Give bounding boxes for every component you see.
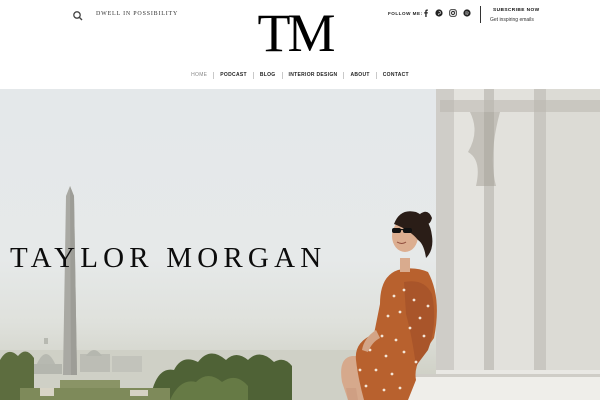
nav-item-home[interactable]: HOME <box>185 71 213 79</box>
site-tagline: DWELL IN POSSIBILITY <box>96 11 179 17</box>
hero-title: TAYLOR MORGAN <box>10 242 327 274</box>
subscribe-subtitle: Get inspiring emails <box>490 17 534 23</box>
site-logo[interactable]: TM <box>250 5 340 61</box>
nav-item-podcast[interactable]: PODCAST <box>214 71 253 79</box>
nav-item-contact[interactable]: CONTACT <box>377 71 415 79</box>
subscribe-button[interactable]: SUBSCRIBE NOW <box>493 8 540 13</box>
search-icon[interactable] <box>72 9 84 21</box>
nav-item-about[interactable]: ABOUT <box>344 71 375 79</box>
nav-item-interior-design[interactable]: INTERIOR DESIGN <box>283 71 344 79</box>
nav-item-blog[interactable]: BLOG <box>254 71 282 79</box>
site-header: DWELL IN POSSIBILITY TM FOLLOW ME: SUBSC… <box>0 0 600 89</box>
pinterest-icon[interactable] <box>435 9 443 17</box>
main-nav: HOME PODCAST BLOG INTERIOR DESIGN ABOUT … <box>0 70 600 80</box>
instagram-icon[interactable] <box>449 9 457 17</box>
header-divider <box>480 6 481 23</box>
follow-label: FOLLOW ME: <box>388 11 423 16</box>
facebook-icon[interactable] <box>422 9 430 17</box>
hero-banner: TAYLOR MORGAN <box>0 89 600 400</box>
spotify-icon[interactable] <box>463 9 471 17</box>
